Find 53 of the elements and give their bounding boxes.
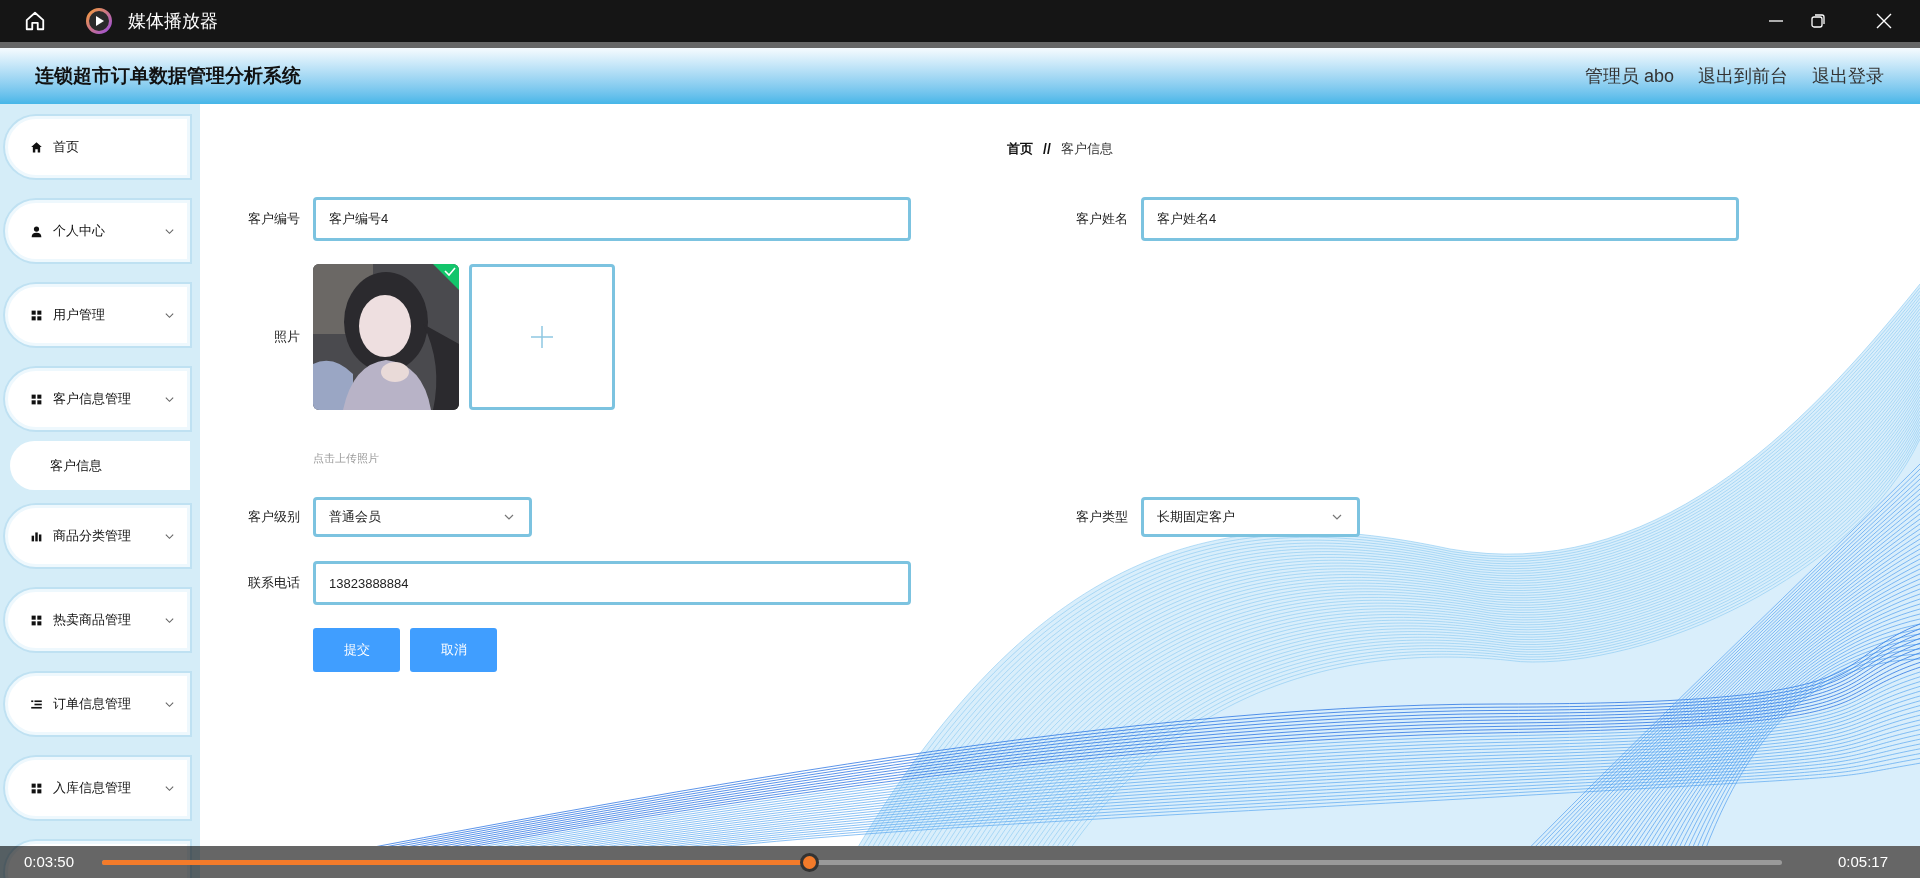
input-field[interactable]: 客户编号4 — [313, 197, 911, 241]
restore-icon[interactable] — [1810, 13, 1826, 29]
field-label: 客户姓名 — [1075, 210, 1129, 229]
input-field[interactable]: 客户姓名4 — [1141, 197, 1739, 241]
plus-icon — [530, 325, 554, 349]
breadcrumb-separator: // — [1043, 139, 1051, 159]
sidebar-item[interactable]: 订单信息管理 — [5, 673, 190, 735]
sidebar-item-label: 商品分类管理 — [53, 527, 131, 546]
check-badge — [433, 264, 459, 290]
field-label: 客户编号 — [247, 210, 301, 229]
sidebar-item[interactable]: 商品分类管理 — [5, 505, 190, 567]
home-icon — [30, 140, 43, 154]
field-label: 联系电话 — [247, 574, 301, 593]
sidebar-item-label: 入库信息管理 — [53, 779, 131, 798]
sidebar-item[interactable]: 个人中心 — [5, 200, 190, 262]
field-label: 客户级别 — [247, 508, 301, 527]
sidebar-item-label: 个人中心 — [53, 222, 105, 241]
upload-hint: 点击上传照片 — [313, 451, 379, 466]
sidebar-item-label: 热卖商品管理 — [53, 611, 131, 630]
sidebar-item-label: 用户管理 — [53, 306, 105, 325]
app-title: 连锁超市订单数据管理分析系统 — [35, 63, 301, 88]
field-label: 客户类型 — [1075, 508, 1129, 527]
sidebar-item[interactable]: 入库信息管理 — [5, 757, 190, 819]
grid-icon — [30, 308, 43, 322]
sidebar-item[interactable]: 热卖商品管理 — [5, 589, 190, 651]
header-link[interactable]: 管理员 abo — [1584, 62, 1674, 90]
breadcrumb-link[interactable]: 首页 — [1007, 139, 1034, 159]
input-field[interactable]: 13823888884 — [313, 561, 911, 605]
sidebar-item[interactable]: 首页 — [5, 116, 190, 178]
sidebar-item-label: 客户信息管理 — [53, 390, 131, 409]
total-time: 0:05:17 — [1837, 851, 1888, 872]
sidebar-item-label: 首页 — [53, 138, 79, 157]
play-icon — [86, 8, 112, 34]
close-icon[interactable] — [1876, 13, 1892, 29]
grid-icon — [30, 781, 43, 795]
elapsed-time: 0:03:50 — [24, 851, 75, 872]
header-link[interactable]: 退出到前台 — [1698, 62, 1788, 90]
sidebar-item[interactable]: 用户管理 — [5, 284, 190, 346]
home-icon[interactable] — [24, 10, 46, 32]
dropdown-field[interactable]: 长期固定客户 — [1141, 497, 1360, 537]
dropdown-field[interactable]: 普通会员 — [313, 497, 532, 537]
bar-chart-icon — [30, 529, 43, 543]
breadcrumb-link[interactable]: 客户信息 — [1060, 139, 1113, 159]
field-label: 照片 — [273, 328, 301, 347]
user-icon — [30, 224, 43, 238]
sidebar-item[interactable]: 客户信息管理 — [5, 368, 190, 430]
sidebar-item-label: 订单信息管理 — [53, 695, 131, 714]
window-title: 媒体播放器 — [128, 9, 218, 33]
header-link[interactable]: 退出登录 — [1812, 62, 1884, 90]
list-icon — [30, 697, 43, 711]
grid-icon — [30, 392, 43, 406]
grid-icon — [30, 613, 43, 627]
sidebar-subitem[interactable]: 客户信息 — [10, 441, 190, 490]
